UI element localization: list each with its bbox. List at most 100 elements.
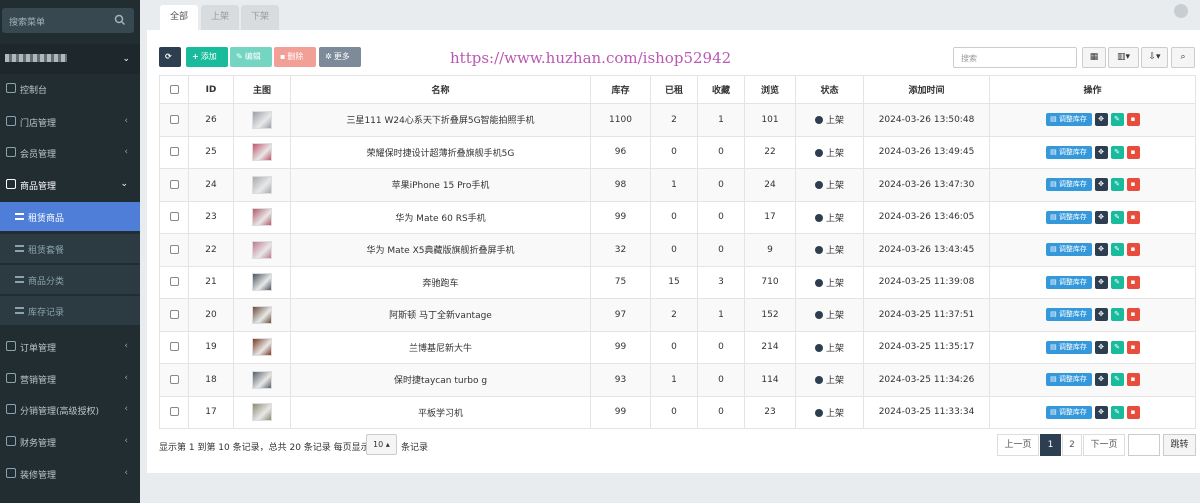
sidebar-item-orders[interactable]: 订单管理 ‹ — [0, 332, 140, 362]
search-icon[interactable]: ⌕ — [1171, 47, 1195, 68]
cell-image[interactable] — [233, 200, 291, 234]
columns-dropdown-icon[interactable]: ▥▾ — [1108, 47, 1139, 68]
sidebar-item-stores[interactable]: 门店管理 ‹ — [0, 107, 140, 137]
col-header-id[interactable]: ID — [188, 75, 234, 104]
sidebar-subitem-rental-goods[interactable]: 租赁商品 — [0, 202, 140, 231]
sidebar-item-finance[interactable]: 财务管理 ‹ — [0, 427, 140, 457]
cell-status[interactable]: 上架 — [795, 265, 864, 299]
row-delete-icon[interactable]: ▪ — [1126, 373, 1140, 387]
drag-move-icon[interactable]: ✥ — [1094, 210, 1108, 224]
delete-button[interactable]: ▪ 删除 — [274, 47, 316, 67]
cell-image[interactable] — [233, 395, 291, 429]
adjust-stock-button[interactable]: ▤ 调整库存 — [1045, 340, 1092, 354]
user-avatar-icon[interactable] — [1174, 4, 1188, 18]
jump-button[interactable]: 跳转 — [1163, 434, 1196, 456]
product-thumbnail[interactable] — [252, 403, 272, 422]
row-checkbox[interactable] — [159, 135, 189, 169]
row-delete-icon[interactable]: ▪ — [1126, 340, 1140, 354]
table-row[interactable]: 17 平板学习机 99 0 0 23 上架 2024-03-25 11:33:34 ▤ 调整库存… — [159, 395, 1196, 429]
product-thumbnail[interactable] — [252, 338, 272, 357]
col-header-favorites[interactable]: 收藏 — [697, 75, 745, 104]
cell-status[interactable]: 上架 — [795, 363, 864, 397]
drag-move-icon[interactable]: ✥ — [1094, 243, 1108, 257]
cell-image[interactable] — [233, 233, 291, 267]
row-edit-icon[interactable]: ✎ — [1110, 210, 1124, 224]
col-header-status[interactable]: 状态 — [795, 75, 864, 104]
cell-image[interactable] — [233, 168, 291, 202]
jump-page-input[interactable] — [1128, 434, 1160, 456]
row-delete-icon[interactable]: ▪ — [1126, 178, 1140, 192]
cell-status[interactable]: 上架 — [795, 395, 864, 429]
drag-move-icon[interactable]: ✥ — [1094, 113, 1108, 127]
page-2-button[interactable]: 2 — [1062, 434, 1082, 456]
row-edit-icon[interactable]: ✎ — [1110, 373, 1124, 387]
cell-image[interactable] — [233, 298, 291, 332]
adjust-stock-button[interactable]: ▤ 调整库存 — [1045, 373, 1092, 387]
product-thumbnail[interactable] — [252, 240, 272, 259]
sidebar-item-decor[interactable]: 装修管理 ‹ — [0, 459, 140, 489]
product-thumbnail[interactable] — [252, 273, 272, 292]
more-button[interactable]: ✲ 更多 — [319, 47, 361, 67]
row-checkbox[interactable] — [159, 265, 189, 299]
edit-button[interactable]: ✎ 编辑 — [230, 47, 272, 67]
cell-status[interactable]: 上架 — [795, 233, 864, 267]
product-thumbnail[interactable] — [252, 110, 272, 129]
adjust-stock-button[interactable]: ▤ 调整库存 — [1045, 178, 1092, 192]
next-page-button[interactable]: 下一页 — [1083, 434, 1125, 456]
row-checkbox[interactable] — [159, 103, 189, 137]
cell-status[interactable]: 上架 — [795, 103, 864, 137]
tab-all[interactable]: 全部 — [160, 5, 199, 30]
col-header-name[interactable]: 名称 — [290, 75, 591, 104]
sidebar-item-members[interactable]: 会员管理 ‹ — [0, 138, 140, 168]
adjust-stock-button[interactable]: ▤ 调整库存 — [1045, 210, 1092, 224]
row-checkbox[interactable] — [159, 298, 189, 332]
table-row[interactable]: 21 奔驰跑车 75 15 3 710 上架 2024-03-25 11:39:08 ▤ 调整库… — [159, 265, 1196, 299]
table-row[interactable]: 19 兰博基尼新大牛 99 0 0 214 上架 2024-03-25 11:35:17 ▤ 调… — [159, 330, 1196, 364]
table-row[interactable]: 23 华为 Mate 60 RS手机 99 0 0 17 上架 2024-03-26 13:4… — [159, 200, 1196, 234]
product-thumbnail[interactable] — [252, 370, 272, 389]
sidebar-item-distribution[interactable]: 分销管理(高级授权) ‹ — [0, 395, 140, 425]
add-button[interactable]: + 添加 — [186, 47, 228, 67]
product-thumbnail[interactable] — [252, 208, 272, 227]
adjust-stock-button[interactable]: ▤ 调整库存 — [1045, 113, 1092, 127]
refresh-button[interactable]: ⟳ — [159, 47, 181, 67]
cell-status[interactable]: 上架 — [795, 168, 864, 202]
row-delete-icon[interactable]: ▪ — [1126, 210, 1140, 224]
row-delete-icon[interactable]: ▪ — [1126, 243, 1140, 257]
row-delete-icon[interactable]: ▪ — [1126, 145, 1140, 159]
row-edit-icon[interactable]: ✎ — [1110, 145, 1124, 159]
prev-page-button[interactable]: 上一页 — [997, 434, 1039, 456]
drag-move-icon[interactable]: ✥ — [1094, 178, 1108, 192]
col-header-added-time[interactable]: 添加时间 — [863, 75, 990, 104]
cell-status[interactable]: 上架 — [795, 330, 864, 364]
table-row[interactable]: 20 阿斯顿 马丁全新vantage 97 2 1 152 上架 2024-03-25 11:… — [159, 298, 1196, 332]
drag-move-icon[interactable]: ✥ — [1094, 145, 1108, 159]
adjust-stock-button[interactable]: ▤ 调整库存 — [1045, 275, 1092, 289]
col-header-views[interactable]: 浏览 — [744, 75, 796, 104]
cell-image[interactable] — [233, 330, 291, 364]
select-all-checkbox[interactable] — [159, 75, 189, 104]
row-edit-icon[interactable]: ✎ — [1110, 340, 1124, 354]
page-size-select[interactable]: 10 ▴ — [366, 434, 397, 455]
table-row[interactable]: 18 保时捷taycan turbo g 93 1 0 114 上架 2024-03-25 1… — [159, 363, 1196, 397]
table-search-input[interactable]: 搜索 — [953, 47, 1077, 68]
row-edit-icon[interactable]: ✎ — [1110, 113, 1124, 127]
row-edit-icon[interactable]: ✎ — [1110, 405, 1124, 419]
row-edit-icon[interactable]: ✎ — [1110, 308, 1124, 322]
table-row[interactable]: 26 三星111 W24心系天下折叠屏5G智能拍照手机 1100 2 1 101 上架 202… — [159, 103, 1196, 137]
adjust-stock-button[interactable]: ▤ 调整库存 — [1045, 145, 1092, 159]
drag-move-icon[interactable]: ✥ — [1094, 308, 1108, 322]
toggle-view-icon[interactable]: ▦ — [1082, 47, 1106, 68]
table-row[interactable]: 24 苹果iPhone 15 Pro手机 98 1 0 24 上架 2024-03-26 13… — [159, 168, 1196, 202]
sidebar-subitem-rental-packages[interactable]: 租赁套餐 — [0, 234, 140, 263]
row-checkbox[interactable] — [159, 363, 189, 397]
cell-status[interactable]: 上架 — [795, 298, 864, 332]
row-checkbox[interactable] — [159, 395, 189, 429]
row-delete-icon[interactable]: ▪ — [1126, 308, 1140, 322]
cell-image[interactable] — [233, 135, 291, 169]
cell-image[interactable] — [233, 265, 291, 299]
row-checkbox[interactable] — [159, 330, 189, 364]
product-thumbnail[interactable] — [252, 305, 272, 324]
sidebar-item-dashboard[interactable]: 控制台 — [0, 74, 140, 104]
adjust-stock-button[interactable]: ▤ 调整库存 — [1045, 405, 1092, 419]
